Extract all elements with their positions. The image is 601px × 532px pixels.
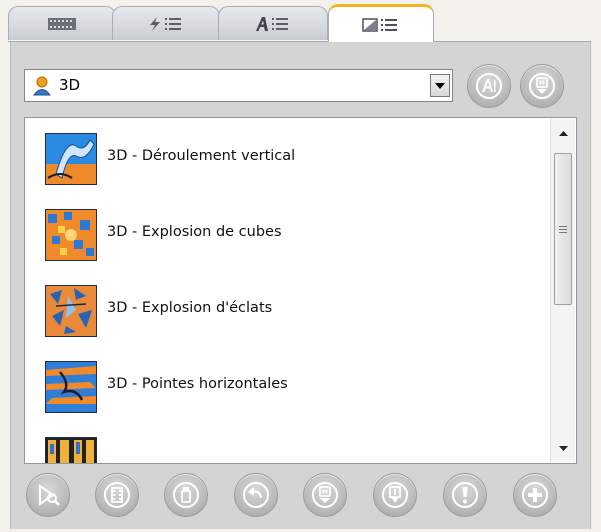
person-icon — [33, 76, 51, 96]
undo-icon — [243, 482, 269, 508]
transitions-list-tab-icon — [362, 17, 397, 32]
list-item[interactable] — [45, 437, 525, 463]
transition-thumbnail — [45, 361, 97, 413]
list-item[interactable]: 3D - Explosion d'éclats — [45, 285, 525, 337]
transition-list[interactable]: 3D - Déroulement vertical 3D - Explosion… — [24, 117, 577, 464]
chevron-down-icon — [435, 82, 445, 89]
bottom-toolbar — [0, 470, 601, 520]
tab-effects[interactable] — [112, 6, 220, 40]
transition-thumbnail — [45, 133, 97, 185]
list-item[interactable]: 3D - Pointes horizontales — [45, 361, 525, 413]
clip-icon — [173, 482, 199, 508]
list-item[interactable]: 3D - Déroulement vertical — [45, 133, 525, 185]
download-button[interactable] — [303, 473, 347, 517]
timeline-tab-icon — [48, 17, 76, 30]
add-button[interactable] — [513, 473, 557, 517]
preview-button[interactable] — [26, 473, 70, 517]
alert-icon — [452, 482, 478, 508]
chevron-up-icon — [558, 130, 568, 136]
effects-list-tab-icon — [150, 16, 181, 31]
add-icon — [522, 482, 548, 508]
transition-thumbnail — [45, 437, 97, 463]
import-icon — [382, 482, 408, 508]
transition-label: 3D - Explosion d'éclats — [107, 300, 273, 316]
film-icon — [104, 482, 130, 508]
tab-strip — [0, 0, 601, 42]
transition-thumbnail — [45, 209, 97, 261]
category-select-arrow[interactable] — [430, 74, 450, 97]
download-button[interactable] — [520, 64, 564, 108]
tab-text[interactable] — [218, 6, 328, 40]
category-select-value: 3D — [59, 76, 81, 94]
list-item[interactable]: 3D - Explosion de cubes — [45, 209, 525, 261]
text-list-tab-icon — [256, 16, 288, 31]
tab-timeline[interactable] — [8, 6, 116, 40]
import-button[interactable] — [373, 473, 417, 517]
text-style-button[interactable] — [467, 64, 511, 108]
transition-thumbnail — [45, 285, 97, 337]
download-icon — [529, 73, 555, 99]
transition-label: 3D - Déroulement vertical — [107, 148, 296, 164]
scroll-up-button[interactable] — [551, 121, 575, 145]
category-select[interactable]: 3D — [24, 69, 453, 102]
download-icon — [312, 482, 338, 508]
chevron-down-icon — [558, 445, 568, 451]
undo-button[interactable] — [234, 473, 278, 517]
scroll-down-button[interactable] — [551, 436, 575, 460]
alert-button[interactable] — [443, 473, 487, 517]
text-style-icon — [476, 73, 502, 99]
clip-button[interactable] — [164, 473, 208, 517]
preview-search-icon — [39, 484, 60, 506]
film-button[interactable] — [95, 473, 139, 517]
transition-label: 3D - Explosion de cubes — [107, 224, 282, 240]
tab-transitions[interactable] — [328, 4, 434, 42]
transition-label: 3D - Pointes horizontales — [107, 376, 288, 392]
grip-icon — [559, 225, 567, 233]
vertical-scrollbar[interactable] — [550, 119, 575, 462]
scroll-thumb[interactable] — [554, 153, 572, 305]
